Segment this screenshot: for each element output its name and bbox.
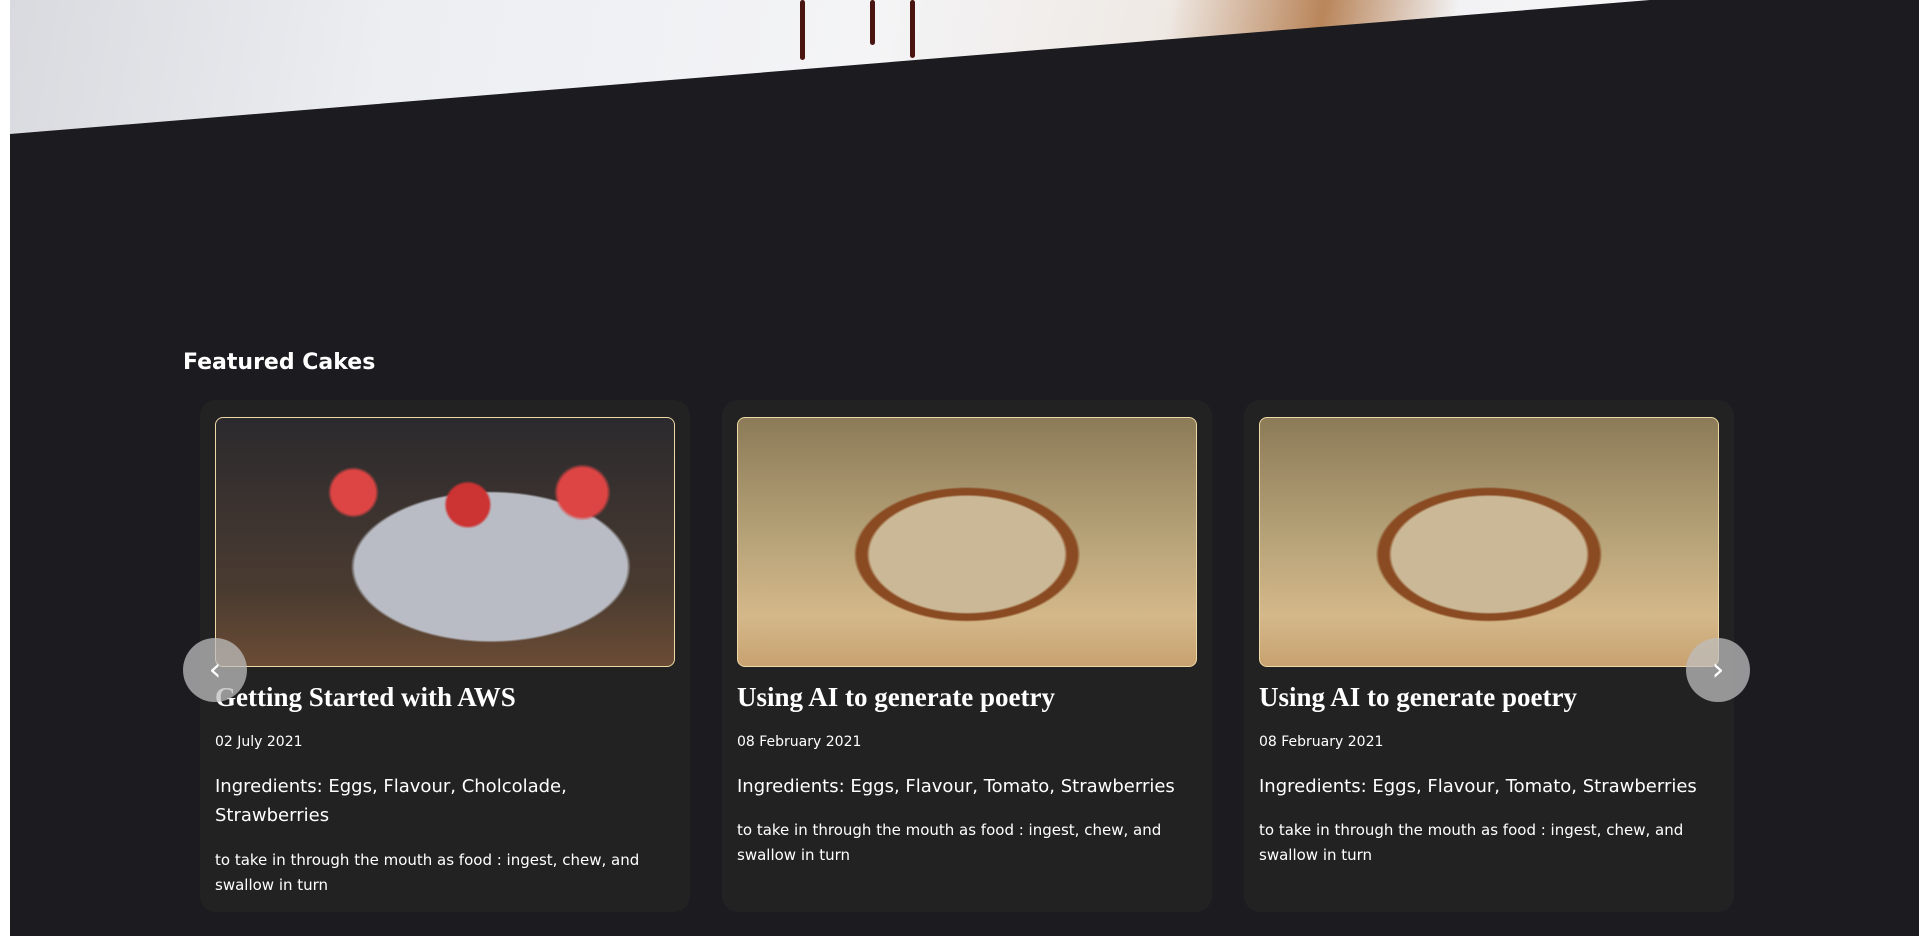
card-ingredients: Ingredients: Eggs, Flavour, Tomato, Stra… xyxy=(1259,776,1697,797)
chocolate-drip xyxy=(910,0,915,58)
card-description: to take in through the mouth as food : i… xyxy=(737,821,1162,864)
cake-card[interactable]: Using AI to generate poetry 08 February … xyxy=(1244,400,1734,912)
card-description: to take in through the mouth as food : i… xyxy=(1259,821,1684,864)
chocolate-drip xyxy=(800,0,805,60)
section-heading: Featured Cakes xyxy=(183,350,376,375)
card-date: 08 February 2021 xyxy=(1259,734,1384,750)
card-date: 08 February 2021 xyxy=(737,734,862,750)
cake-card[interactable]: Using AI to generate poetry 08 February … xyxy=(722,400,1212,912)
card-ingredients: Ingredients: Eggs, Flavour, Cholcolade, … xyxy=(215,776,567,826)
card-title[interactable]: Using AI to generate poetry xyxy=(1259,682,1577,713)
card-description: to take in through the mouth as food : i… xyxy=(215,851,640,894)
card-image xyxy=(215,417,675,667)
chocolate-drip xyxy=(870,0,875,45)
card-title[interactable]: Getting Started with AWS xyxy=(215,682,516,713)
chevron-left-icon: ‹ xyxy=(208,650,222,688)
card-date: 02 July 2021 xyxy=(215,734,303,750)
chevron-right-icon: › xyxy=(1711,650,1725,688)
page-edge xyxy=(0,0,10,936)
card-image xyxy=(737,417,1197,667)
carousel-next-button[interactable]: › xyxy=(1686,638,1750,702)
card-title[interactable]: Using AI to generate poetry xyxy=(737,682,1055,713)
card-image xyxy=(1259,417,1719,667)
card-ingredients: Ingredients: Eggs, Flavour, Tomato, Stra… xyxy=(737,776,1175,797)
cake-card[interactable]: Getting Started with AWS 02 July 2021 In… xyxy=(200,400,690,912)
hero-image xyxy=(10,0,1650,134)
carousel-prev-button[interactable]: ‹ xyxy=(183,638,247,702)
